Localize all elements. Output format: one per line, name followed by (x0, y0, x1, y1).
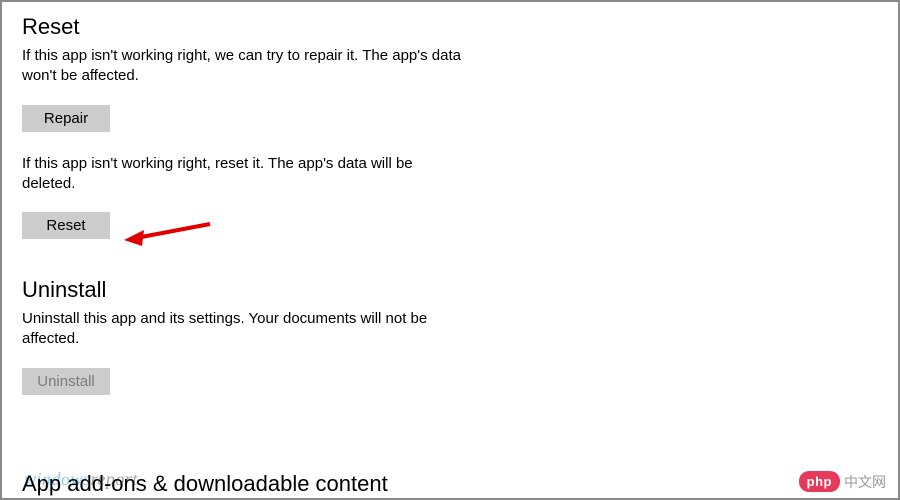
repair-button[interactable]: Repair (22, 105, 110, 132)
reset-description: If this app isn't working right, reset i… (22, 154, 462, 195)
addons-heading: App add-ons & downloadable content (22, 471, 388, 497)
php-pill-text: php (799, 471, 840, 492)
uninstall-heading: Uninstall (22, 277, 878, 303)
uninstall-button: Uninstall (22, 368, 110, 395)
uninstall-description: Uninstall this app and its settings. You… (22, 309, 462, 350)
reset-heading: Reset (22, 14, 878, 40)
php-cn-text: 中文网 (844, 472, 886, 492)
reset-button[interactable]: Reset (22, 212, 110, 239)
phpcn-watermark: php 中文网 (799, 471, 886, 492)
repair-description: If this app isn't working right, we can … (22, 46, 462, 87)
